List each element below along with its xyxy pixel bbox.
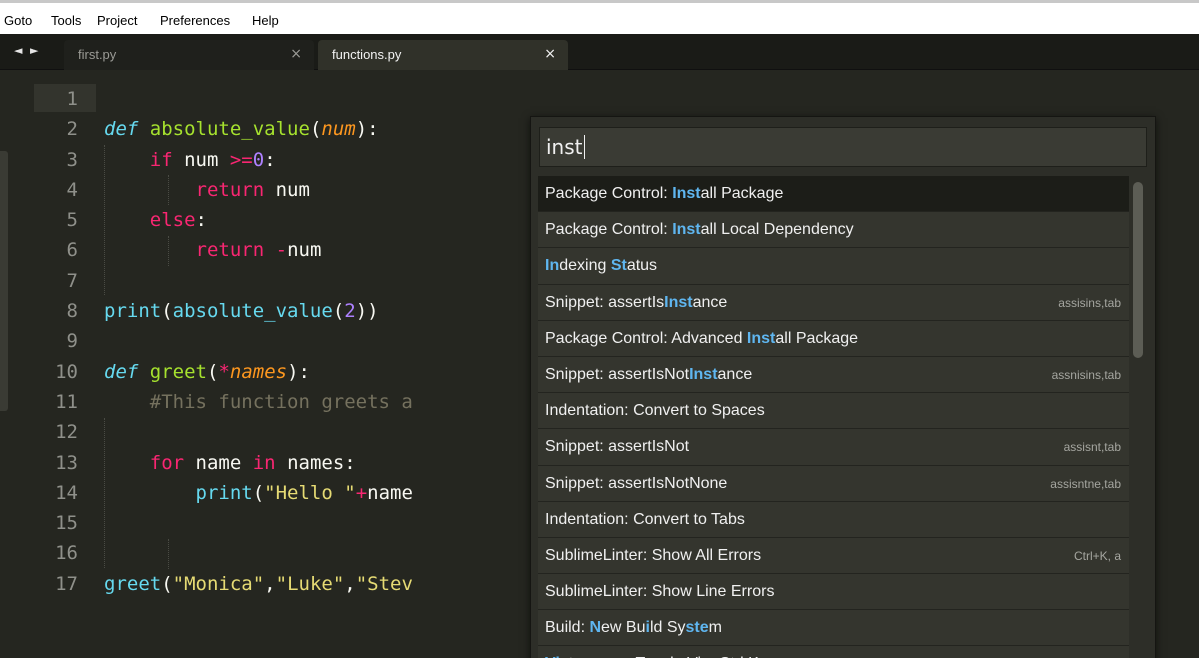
- tab-scroll-arrows-icon[interactable]: ◄ ►: [14, 43, 40, 59]
- line-number: 12: [55, 421, 78, 444]
- line-number: 13: [55, 451, 78, 474]
- code-line: def greet(*names):: [104, 360, 310, 383]
- palette-item[interactable]: Snippet: assertIsNotInstance assnisins,ta…: [538, 356, 1129, 394]
- code-line: def absolute_value(num):: [104, 118, 379, 141]
- palette-item[interactable]: Package Control: Install Package: [538, 176, 1129, 213]
- code-line: for name in names:: [149, 451, 356, 474]
- palette-item[interactable]: Indexing Status: [538, 248, 1129, 285]
- menu-preferences[interactable]: Preferences: [160, 13, 230, 29]
- palette-item[interactable]: Vintageous: Toggle Vim Ctrl Keys: [538, 646, 1129, 658]
- palette-item-label: Package Control: Advanced Install Packag…: [545, 329, 859, 347]
- command-palette: inst Package Control: Install Package Pac…: [530, 116, 1156, 658]
- palette-item-label: SublimeLinter: Show All Errors: [545, 546, 762, 564]
- tab-functions-py[interactable]: functions.py ×: [318, 40, 568, 70]
- palette-item-label: Indentation: Convert to Tabs: [545, 510, 745, 528]
- palette-item-shortcut: assisins,tab: [1058, 295, 1121, 310]
- palette-item-label: Indexing Status: [545, 257, 658, 275]
- line-number: 15: [55, 512, 78, 535]
- code-line: print("Hello "+name: [195, 481, 413, 504]
- palette-item-label: Snippet: assertIsNotNone: [545, 474, 728, 492]
- code-editor[interactable]: def absolute_value(num): if num >=0: ret…: [104, 84, 544, 599]
- menu-tools[interactable]: Tools: [51, 13, 81, 29]
- palette-item[interactable]: Package Control: Advanced Install Packag…: [538, 320, 1129, 357]
- code-line: return -num: [195, 239, 322, 262]
- palette-item[interactable]: Snippet: assertIsNotNone assisntne,tab: [538, 465, 1129, 502]
- palette-item-label: Indentation: Convert to Spaces: [545, 402, 765, 420]
- line-number: 2: [66, 118, 78, 141]
- close-icon[interactable]: ×: [544, 46, 556, 62]
- code-line: print(absolute_value(2)): [104, 300, 379, 323]
- line-number: 16: [55, 542, 78, 565]
- palette-item[interactable]: SublimeLinter: Show All Errors Ctrl+K, a: [538, 537, 1129, 575]
- line-number: 3: [66, 148, 78, 171]
- palette-item[interactable]: Snippet: assertIsNot assisnt,tab: [538, 429, 1129, 466]
- palette-item-shortcut: Ctrl+K, a: [1073, 548, 1121, 563]
- close-icon[interactable]: ×: [290, 46, 302, 62]
- menu-goto[interactable]: Goto: [4, 13, 32, 29]
- palette-scrollbar-thumb[interactable]: [1133, 182, 1143, 358]
- line-number: 9: [66, 330, 78, 353]
- palette-item[interactable]: Snippet: assertIsInstance assisins,tab: [538, 284, 1129, 321]
- line-number: 10: [55, 360, 78, 383]
- palette-item-label: Build: New Build System: [545, 619, 722, 637]
- menu-bar: Goto Tools Project Preferences Help: [0, 0, 1199, 34]
- line-number: 11: [55, 390, 78, 413]
- line-number: 5: [66, 209, 78, 232]
- code-line: greet("Monica","Luke","Stev: [104, 572, 413, 595]
- palette-item-label: SublimeLinter: Show Line Errors: [545, 583, 775, 601]
- palette-item-label: Snippet: assertIsNotInstance: [545, 365, 753, 383]
- palette-item[interactable]: Build: New Build System: [538, 610, 1129, 647]
- line-number: 8: [66, 300, 78, 323]
- code-line: else:: [149, 209, 207, 232]
- code-line: if num >=0:: [149, 148, 276, 171]
- palette-item[interactable]: Indentation: Convert to Tabs: [538, 501, 1129, 538]
- palette-item-label: Snippet: assertIsInstance: [545, 293, 728, 311]
- tab-label: functions.py: [332, 47, 402, 62]
- palette-item[interactable]: Package Control: Install Local Dependenc…: [538, 212, 1129, 249]
- palette-item-label: Package Control: Install Local Dependenc…: [545, 221, 854, 239]
- menu-help[interactable]: Help: [252, 13, 279, 29]
- line-number: 1: [66, 88, 78, 110]
- palette-item-label: Vintageous: Toggle Vim Ctrl Keys: [545, 654, 784, 658]
- palette-item[interactable]: SublimeLinter: Show Line Errors: [538, 574, 1129, 611]
- palette-item-label: Snippet: assertIsNot: [545, 438, 690, 456]
- tab-bar: ◄ ► first.py × functions.py ×: [0, 34, 1199, 70]
- text-cursor: [583, 135, 585, 159]
- line-number: 14: [55, 481, 78, 504]
- line-number: 17: [55, 572, 78, 595]
- tab-label: first.py: [78, 47, 117, 62]
- line-number: 7: [66, 269, 78, 292]
- palette-item[interactable]: Indentation: Convert to Spaces: [538, 393, 1129, 430]
- command-palette-results: Package Control: Install Package Package …: [538, 176, 1129, 658]
- command-palette-input[interactable]: inst: [539, 127, 1147, 167]
- scrollbar-edge: [0, 151, 8, 411]
- code-line: #This function greets a: [149, 390, 413, 413]
- line-number: 6: [66, 239, 78, 262]
- palette-item-label: Package Control: Install Package: [545, 185, 784, 202]
- palette-item-shortcut: assisntne,tab: [1050, 476, 1121, 491]
- menu-project[interactable]: Project: [97, 13, 137, 29]
- palette-item-shortcut: assisnt,tab: [1063, 440, 1121, 455]
- tab-first-py[interactable]: first.py ×: [64, 40, 314, 70]
- palette-scrollbar[interactable]: [1131, 176, 1145, 658]
- editor-window: ◄ ► first.py × functions.py × 1 2 3 4 5 …: [0, 34, 1199, 658]
- line-number: 4: [66, 178, 78, 201]
- line-number-gutter: 1 2 3 4 5 6 7 8 9 10 11 12 13 14 15 16 1…: [30, 84, 78, 599]
- palette-item-shortcut: assnisins,tab: [1051, 367, 1121, 382]
- code-line: return num: [195, 178, 310, 201]
- query-text: inst: [546, 135, 583, 159]
